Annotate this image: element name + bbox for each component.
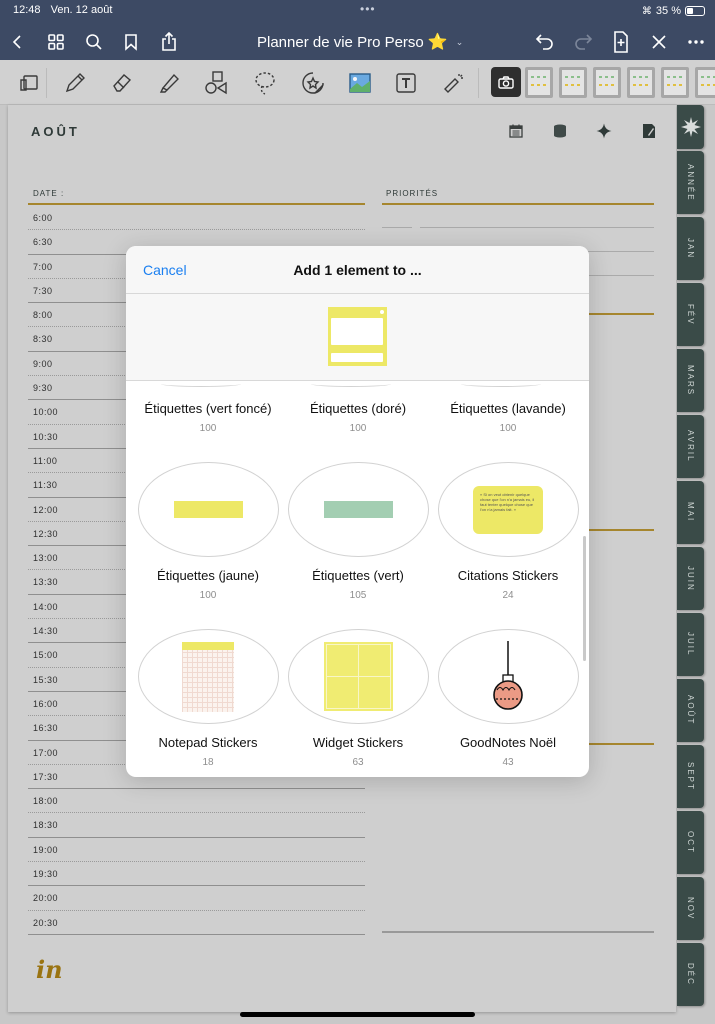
yellow-label-thumb: [173, 501, 243, 518]
notepad-thumb: [182, 641, 234, 712]
collection-thumbnail[interactable]: [161, 381, 241, 387]
add-element-dialog: Cancel Add 1 element to ... Étiquettes (…: [126, 246, 589, 777]
collection-name: Étiquettes (doré): [309, 401, 407, 416]
dialog-title: Add 1 element to ...: [293, 262, 422, 278]
collection-item[interactable]: Étiquettes (doré) 100: [283, 401, 433, 434]
collection-name: Étiquettes (vert foncé): [144, 401, 272, 416]
collection-thumbnail[interactable]: [287, 629, 429, 724]
collection-name: Citations Stickers: [457, 568, 559, 583]
collection-name: Notepad Stickers: [158, 735, 258, 750]
collection-item[interactable]: Étiquettes (jaune) 100: [133, 462, 283, 601]
collection-item[interactable]: Étiquettes (lavande) 100: [433, 401, 583, 434]
collection-thumbnail[interactable]: [311, 381, 391, 387]
collection-thumbnail[interactable]: [137, 629, 279, 724]
quote-card-thumb: « Si on veut obtenir quelque chose que l…: [473, 485, 543, 534]
collection-count: 100: [349, 423, 367, 434]
collection-thumbnail[interactable]: [287, 462, 429, 557]
collection-name: Widget Stickers: [312, 735, 404, 750]
collection-item[interactable]: Notepad Stickers 18: [133, 629, 283, 768]
collection-count: 105: [349, 590, 367, 601]
collection-count: 18: [202, 757, 214, 768]
collection-thumbnail[interactable]: « Si on veut obtenir quelque chose que l…: [437, 462, 579, 557]
collection-count: 100: [199, 423, 217, 434]
element-preview: [126, 294, 589, 381]
collection-thumbnail[interactable]: [437, 629, 579, 724]
collection-item[interactable]: Étiquettes (vert foncé) 100: [133, 401, 283, 434]
collection-count: 100: [199, 590, 217, 601]
dialog-header: Cancel Add 1 element to ...: [126, 246, 589, 294]
collection-name: Étiquettes (jaune): [157, 568, 259, 583]
collection-item[interactable]: « Si on veut obtenir quelque chose que l…: [433, 462, 583, 601]
collection-count: 63: [352, 757, 364, 768]
scrollbar[interactable]: [583, 536, 586, 661]
collection-name: Étiquettes (lavande): [450, 401, 566, 416]
collection-count: 100: [499, 423, 517, 434]
green-label-thumb: [323, 501, 393, 518]
collection-item[interactable]: Widget Stickers 63: [283, 629, 433, 768]
collection-grid: Étiquettes (vert foncé) 100 Étiquettes (…: [126, 381, 589, 777]
collection-thumbnail[interactable]: [461, 381, 541, 387]
collection-item[interactable]: Étiquettes (vert) 105: [283, 462, 433, 601]
christmas-ornament-icon: [493, 640, 523, 710]
collection-name: GoodNotes Noël: [459, 735, 557, 750]
collection-thumbnail[interactable]: [137, 462, 279, 557]
screen: 12:48 Ven. 12 août ••• ⌘ 35 % Planner de…: [0, 0, 715, 1024]
collection-item[interactable]: GoodNotes Noël 43: [433, 629, 583, 768]
collection-name: Étiquettes (vert): [312, 568, 404, 583]
collection-count: 43: [502, 757, 514, 768]
sticky-note-preview: [328, 307, 387, 366]
home-indicator[interactable]: [240, 1012, 475, 1017]
widget-thumb: [323, 642, 393, 711]
collection-count: 24: [502, 590, 514, 601]
